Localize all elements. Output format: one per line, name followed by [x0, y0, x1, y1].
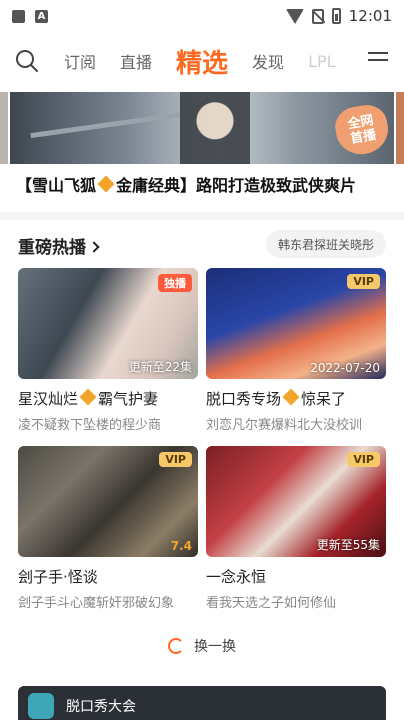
- video-card[interactable]: VIP 7.4 刽子手·怪谈 刽子手斗心魔斩奸邪破幻象: [18, 446, 198, 611]
- banner-image[interactable]: 全网 首播: [10, 92, 394, 164]
- chevron-right-icon: [88, 241, 100, 253]
- air-date: 2022-07-20: [310, 361, 380, 375]
- video-thumbnail[interactable]: VIP 更新至55集: [206, 446, 386, 557]
- next-section-card[interactable]: 脱口秀大会: [18, 686, 386, 720]
- video-title-part1: 一念永恒: [206, 568, 267, 586]
- video-thumbnail[interactable]: VIP 2022-07-20: [206, 268, 386, 379]
- vip-badge: VIP: [159, 452, 192, 467]
- video-title-part2: 惊呆了: [301, 390, 347, 408]
- rating-score: 7.4: [170, 539, 192, 553]
- section-title-text: 重磅热播: [18, 238, 86, 258]
- video-title-part1: 星汉灿烂: [18, 390, 79, 408]
- video-subtitle: 凌不疑救下坠楼的程少商: [18, 418, 162, 433]
- show-logo: [28, 693, 54, 719]
- top-nav: 订阅 直播 精选 发现 LPL: [0, 38, 404, 84]
- shuffle-label: 换一换: [194, 639, 236, 655]
- status-time: 12:01: [348, 7, 392, 25]
- tab-live[interactable]: 直播: [120, 49, 152, 73]
- status-bar: A 12:01: [0, 0, 404, 32]
- tab-lpl[interactable]: LPL: [308, 52, 335, 71]
- vip-badge: VIP: [347, 274, 380, 289]
- next-section-title: 脱口秀大会: [66, 699, 136, 715]
- video-subtitle: 刘恋凡尔赛爆料北大没校训: [206, 418, 363, 433]
- video-title[interactable]: 一念永恒: [206, 566, 386, 587]
- no-sim-icon: [311, 8, 324, 24]
- banner-next-slide: [396, 92, 404, 164]
- premiere-badge: 全网 首播: [332, 101, 392, 159]
- sword-graphic: [30, 110, 190, 139]
- tab-discover[interactable]: 发现: [252, 49, 284, 73]
- video-subtitle: 看我天选之子如何修仙: [206, 596, 337, 611]
- diamond-icon: [282, 388, 300, 406]
- video-card[interactable]: VIP 更新至55集 一念永恒 看我天选之子如何修仙: [206, 446, 386, 611]
- tab-subscribe[interactable]: 订阅: [64, 49, 96, 73]
- banner-carousel[interactable]: 全网 首播: [0, 92, 404, 164]
- banner-prev-slide: [0, 92, 8, 164]
- shuffle-button[interactable]: 换一换: [0, 636, 404, 656]
- video-title-part1: 刽子手·怪谈: [18, 568, 98, 586]
- video-subtitle: 刽子手斗心魔斩奸邪破幻象: [18, 596, 175, 611]
- refresh-icon: [168, 638, 184, 654]
- video-title[interactable]: 脱口秀专场 惊呆了: [206, 388, 386, 409]
- diamond-icon: [97, 175, 115, 193]
- video-title[interactable]: 刽子手·怪谈: [18, 566, 198, 587]
- wifi-icon: [285, 8, 304, 24]
- video-title-part1: 脱口秀专场: [206, 390, 282, 408]
- banner-title[interactable]: 【雪山飞狐 金庸经典】路阳打造极致武侠爽片: [16, 172, 396, 196]
- tab-featured[interactable]: 精选: [176, 43, 228, 80]
- vip-badge: VIP: [347, 452, 380, 467]
- episode-count: 更新至22集: [128, 360, 192, 374]
- search-icon[interactable]: [15, 49, 39, 73]
- video-thumbnail[interactable]: 独播 更新至22集: [18, 268, 198, 379]
- episode-count: 更新至55集: [316, 538, 380, 552]
- banner-character: [180, 92, 250, 164]
- image-icon: [12, 9, 25, 23]
- menu-icon[interactable]: [368, 52, 388, 68]
- video-card[interactable]: 独播 更新至22集 星汉灿烂 霸气护妻 凌不疑救下坠楼的程少商: [18, 268, 198, 433]
- diamond-icon: [79, 388, 97, 406]
- nav-tabs: 订阅 直播 精选 发现 LPL: [64, 38, 360, 84]
- video-title[interactable]: 星汉灿烂 霸气护妻: [18, 388, 198, 409]
- premiere-badge-line2: 首播: [349, 127, 378, 148]
- section-divider: [0, 212, 404, 220]
- a-icon: A: [35, 9, 48, 23]
- banner-title-part2: 金庸经典】路阳打造极致武侠爽片: [116, 176, 357, 195]
- video-title-part2: 霸气护妻: [98, 390, 159, 408]
- section-title[interactable]: 重磅热播: [18, 233, 100, 258]
- section-tag[interactable]: 韩东君探班关晓彤: [265, 230, 386, 258]
- battery-icon: [331, 8, 341, 24]
- banner-title-part1: 【雪山飞狐: [16, 176, 97, 195]
- exclusive-badge: 独播: [158, 274, 192, 292]
- video-thumbnail[interactable]: VIP 7.4: [18, 446, 198, 557]
- video-card[interactable]: VIP 2022-07-20 脱口秀专场 惊呆了 刘恋凡尔赛爆料北大没校训: [206, 268, 386, 433]
